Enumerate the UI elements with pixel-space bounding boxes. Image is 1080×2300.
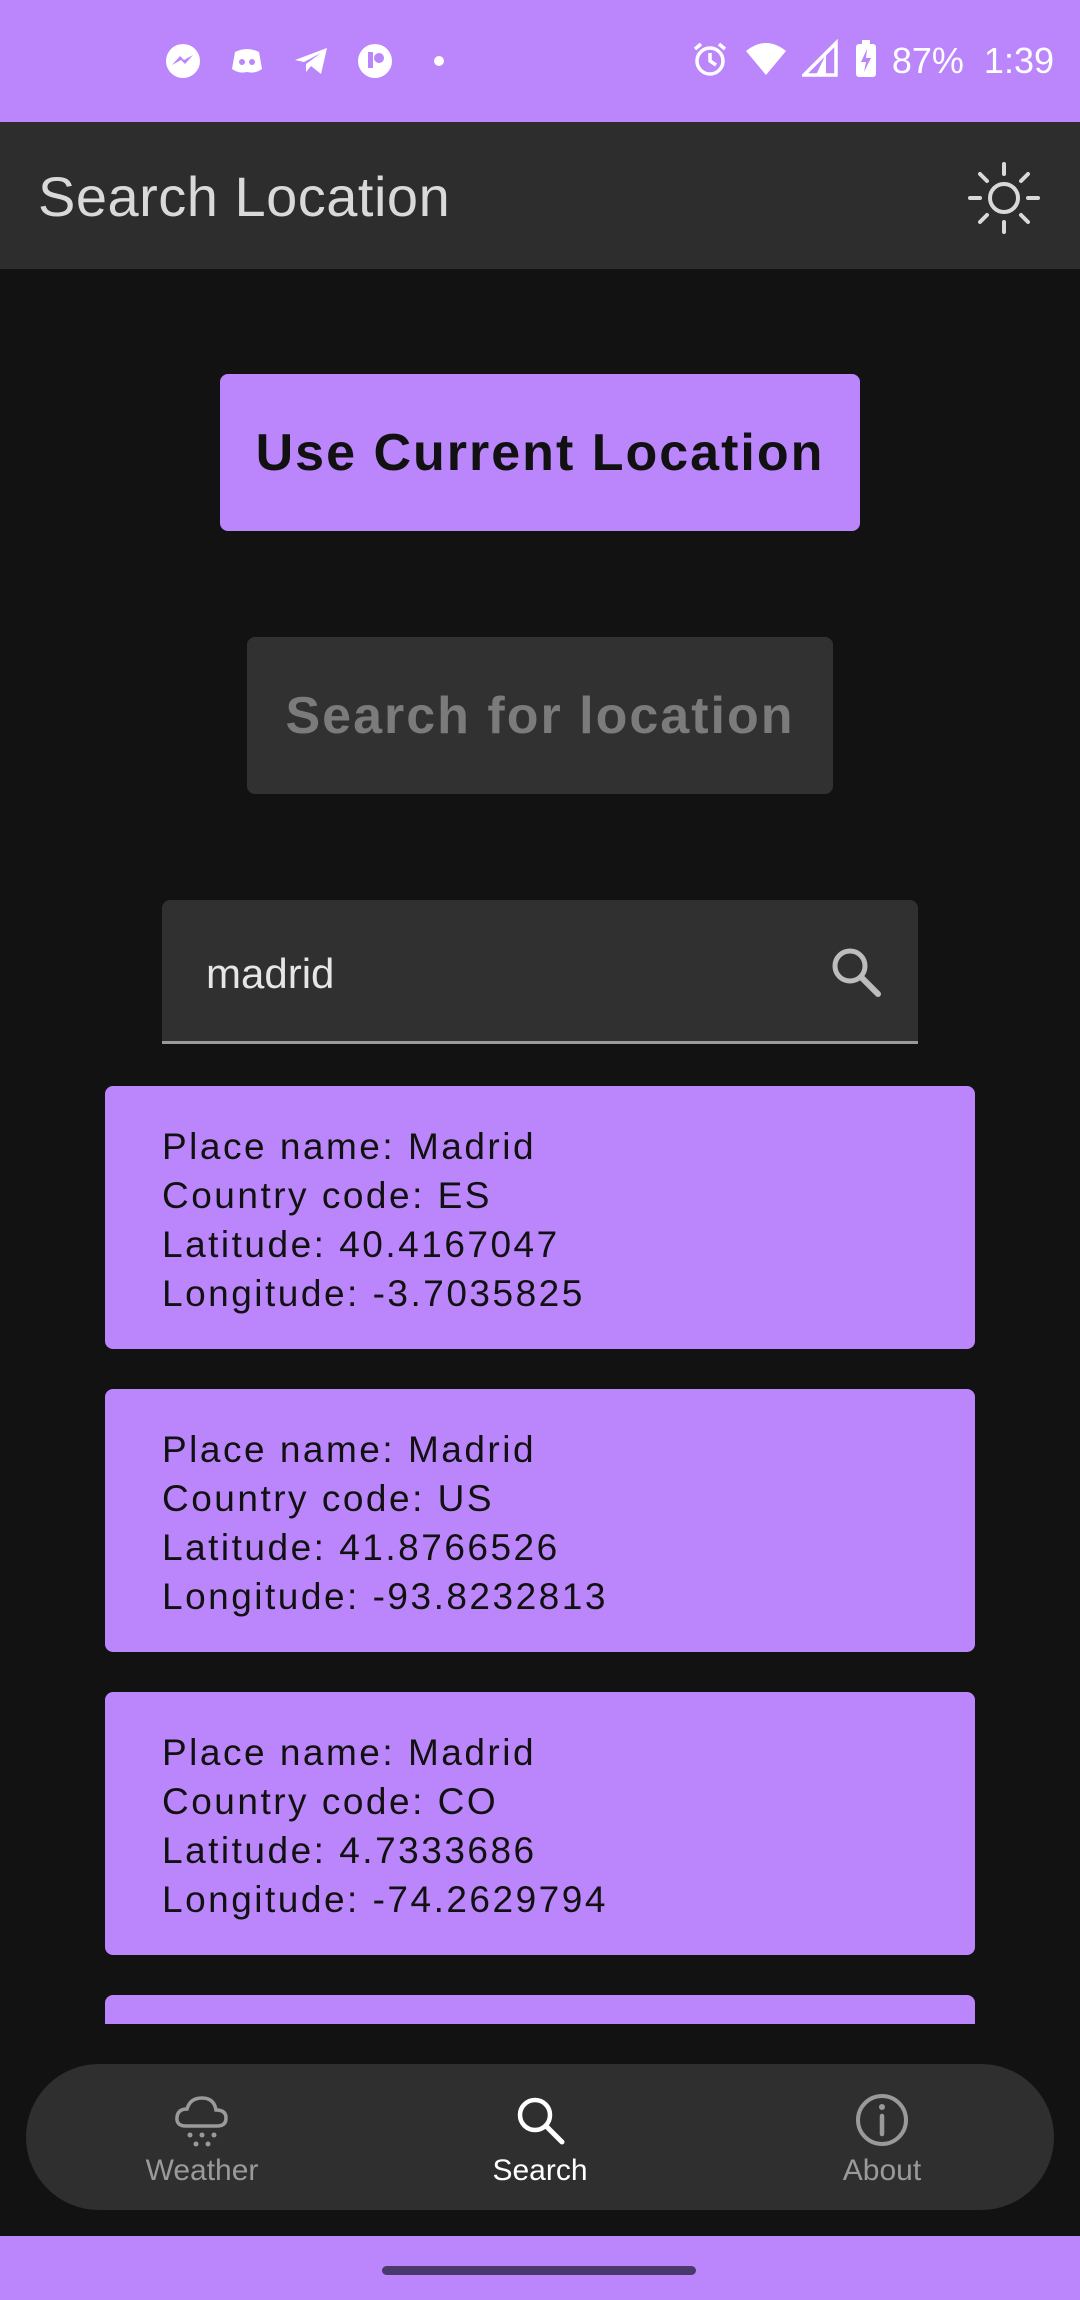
battery-percent: 87% bbox=[891, 40, 964, 81]
country-code: Country code: ES bbox=[162, 1175, 492, 1216]
info-icon bbox=[856, 2094, 908, 2146]
longitude: Longitude: -74.2629794 bbox=[162, 1879, 608, 1920]
place-name: Place name: Madrid bbox=[162, 1429, 537, 1470]
bottom-navigation: Weather Search About bbox=[26, 2064, 1054, 2210]
latitude: Latitude: 4.7333686 bbox=[162, 1830, 537, 1871]
brightness-icon bbox=[968, 162, 1040, 234]
system-gesture-bar bbox=[0, 2236, 1080, 2300]
latitude: Latitude: 41.8766526 bbox=[162, 1527, 560, 1568]
search-field[interactable] bbox=[162, 900, 918, 1044]
place-name: Place name: Madrid bbox=[162, 1126, 537, 1167]
theme-toggle-button[interactable] bbox=[964, 158, 1044, 238]
system-status: 87% 1:39 bbox=[690, 36, 1054, 86]
nav-label-about: About bbox=[842, 2154, 922, 2187]
cloud-rain-icon bbox=[175, 2096, 228, 2147]
country-code: Country code: US bbox=[162, 1478, 495, 1519]
nav-item-weather[interactable]: Weather bbox=[92, 2090, 312, 2200]
result-card[interactable]: Place name: Madrid Country code: US Lati… bbox=[105, 1389, 975, 1652]
result-card-partial[interactable] bbox=[105, 1995, 975, 2024]
battery-charging-icon bbox=[854, 39, 878, 84]
gesture-handle[interactable] bbox=[382, 2266, 696, 2275]
dot-icon bbox=[416, 38, 462, 84]
latitude: Latitude: 40.4167047 bbox=[162, 1224, 560, 1265]
nav-item-search[interactable]: Search bbox=[430, 2090, 650, 2200]
messenger-icon bbox=[160, 38, 206, 84]
nav-label-weather: Weather bbox=[145, 2154, 259, 2187]
place-name: Place name: Madrid bbox=[162, 1732, 537, 1773]
longitude: Longitude: -3.7035825 bbox=[162, 1273, 585, 1314]
country-code: Country code: CO bbox=[162, 1781, 499, 1822]
alarm-icon bbox=[690, 39, 730, 84]
result-card[interactable]: Place name: Madrid Country code: ES Lati… bbox=[105, 1086, 975, 1349]
longitude: Longitude: -93.8232813 bbox=[162, 1576, 608, 1617]
use-current-location-button[interactable]: Use Current Location bbox=[220, 374, 860, 531]
signal-icon bbox=[799, 38, 840, 84]
results-list[interactable]: Place name: Madrid Country code: ES Lati… bbox=[105, 1086, 975, 2024]
nav-item-about[interactable]: About bbox=[772, 2090, 992, 2200]
status-bar: 87% 1:39 bbox=[0, 0, 1080, 122]
result-card[interactable]: Place name: Madrid Country code: CO Lati… bbox=[105, 1692, 975, 1955]
status-time: 1:39 bbox=[983, 40, 1054, 81]
search-icon bbox=[517, 2097, 565, 2145]
app-bar: Search Location bbox=[0, 122, 1080, 269]
telegram-icon bbox=[288, 38, 334, 84]
search-icon bbox=[832, 948, 881, 997]
wifi-icon bbox=[744, 39, 788, 84]
search-for-location-button[interactable]: Search for location bbox=[247, 637, 833, 794]
nav-label-search: Search bbox=[492, 2154, 588, 2187]
app-icon bbox=[352, 38, 398, 84]
search-submit-button[interactable] bbox=[828, 944, 884, 1000]
discord-icon bbox=[224, 38, 270, 84]
notification-icons bbox=[160, 38, 462, 84]
page-title: Search Location bbox=[38, 165, 451, 228]
search-input[interactable] bbox=[204, 938, 768, 1010]
